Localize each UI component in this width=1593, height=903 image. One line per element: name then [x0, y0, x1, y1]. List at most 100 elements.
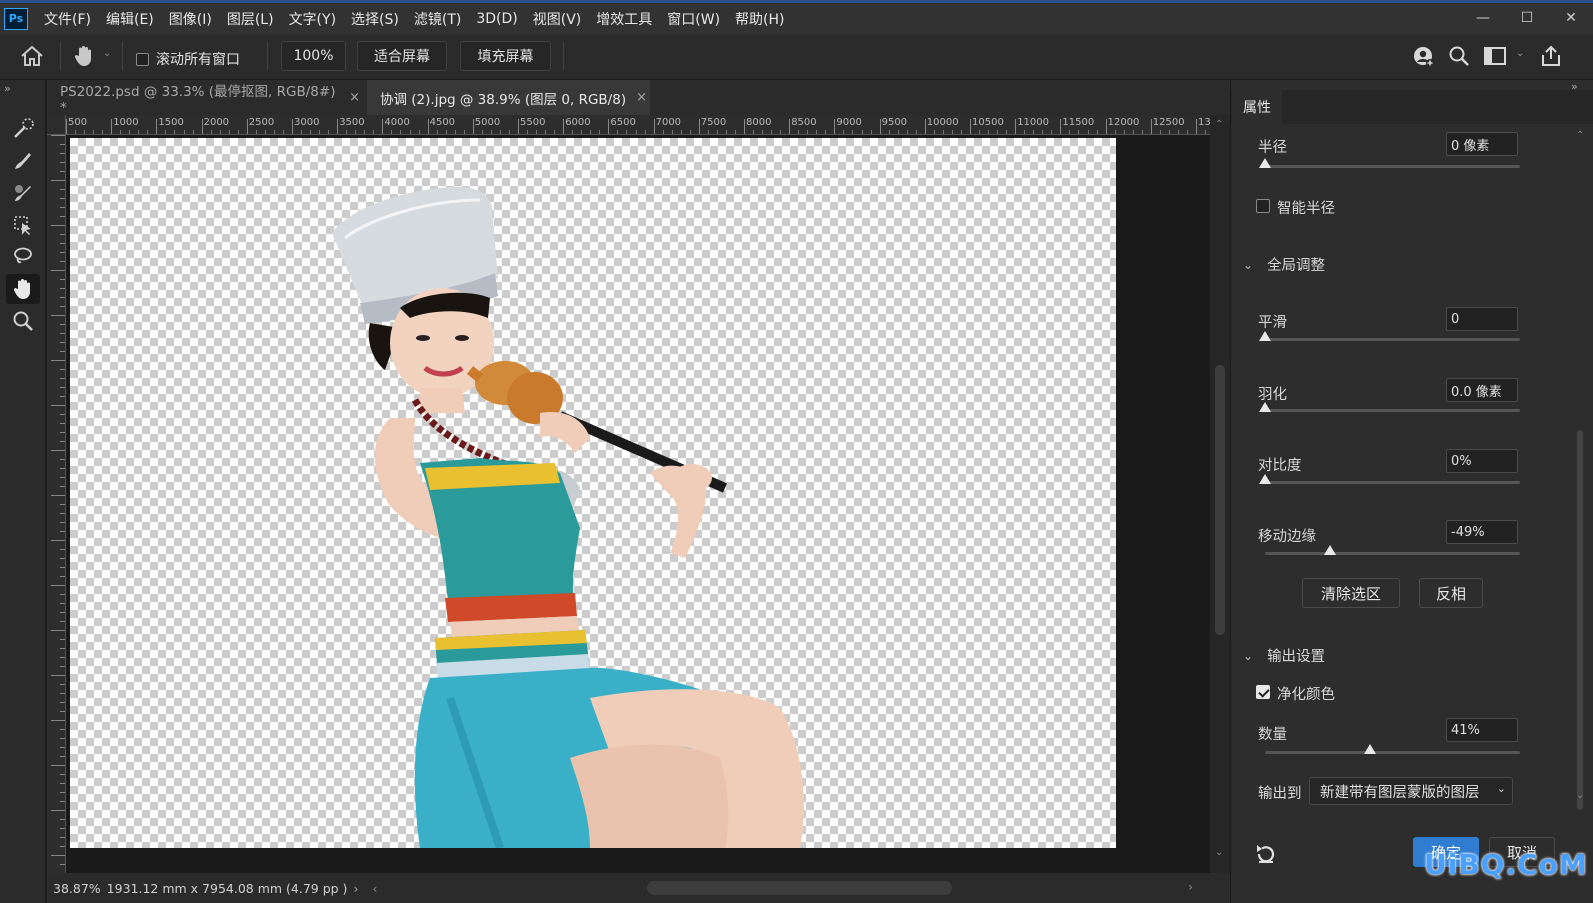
panel-tab-row: 属性 [1231, 90, 1593, 124]
object-selection-tool-icon[interactable] [6, 210, 40, 240]
ruler-tick [924, 119, 926, 134]
menu-filter[interactable]: 滤镜(T) [414, 9, 461, 29]
menu-window[interactable]: 窗口(W) [667, 9, 720, 29]
maximize-button[interactable]: ☐ [1505, 3, 1549, 33]
scrollbar-thumb[interactable] [1577, 430, 1583, 810]
photoshop-logo: Ps [4, 7, 28, 30]
refine-edge-brush-icon[interactable] [6, 146, 40, 176]
output-settings-header[interactable]: ⌄ 输出设置 [1243, 645, 1325, 666]
search-icon[interactable] [1448, 45, 1470, 71]
tab-xietiao[interactable]: 协调 (2).jpg @ 38.9% (图层 0, RGB/8) × [367, 80, 650, 115]
scroll-all-windows-checkbox[interactable]: 滚动所有窗口 [136, 49, 240, 69]
checkbox-box[interactable] [136, 52, 149, 66]
menu-help[interactable]: 帮助(H) [735, 9, 784, 29]
menu-3d[interactable]: 3D(D) [476, 11, 517, 27]
clear-selection-button[interactable]: 清除选区 [1302, 578, 1400, 608]
scroll-down-icon[interactable]: ⌄ [1215, 847, 1223, 858]
scroll-right-icon[interactable]: › [1188, 879, 1193, 894]
collapse-icon[interactable]: » [4, 82, 11, 95]
tab-properties[interactable]: 属性 [1232, 90, 1282, 124]
lasso-tool-icon[interactable] [6, 242, 40, 272]
menu-type[interactable]: 文字(Y) [289, 9, 336, 29]
tab-ps2022[interactable]: PS2022.psd @ 33.3% (最停抠图, RGB/8#) * × [47, 80, 360, 116]
scroll-down-icon[interactable]: ⌄ [1576, 790, 1584, 801]
chevron-down-icon[interactable]: ⌄ [103, 48, 111, 59]
decontaminate-colors-label: 净化颜色 [1277, 687, 1335, 703]
canvas-workspace[interactable] [66, 135, 1210, 873]
quick-selection-tool-icon[interactable] [6, 114, 40, 144]
radius-slider[interactable] [1259, 158, 1520, 168]
shift-edge-input[interactable]: -49% [1446, 520, 1518, 544]
output-to-select[interactable]: 新建带有图层蒙版的图层 ⌄ [1309, 777, 1513, 805]
reset-icon[interactable] [1254, 842, 1278, 870]
share-icon[interactable] [1540, 45, 1562, 71]
menu-image[interactable]: 图像(I) [169, 9, 212, 29]
canvas-vertical-scrollbar[interactable]: ⌃ ⌄ [1210, 115, 1230, 873]
radius-input[interactable]: 0 像素 [1446, 132, 1518, 156]
global-adjustments-header[interactable]: ⌄ 全局调整 [1243, 254, 1325, 275]
slider-thumb[interactable] [1259, 158, 1271, 168]
home-icon[interactable] [20, 45, 44, 71]
feather-label: 羽化 [1258, 387, 1287, 403]
menu-view[interactable]: 视图(V) [533, 9, 582, 29]
status-arrow-icon[interactable]: › [353, 881, 358, 896]
fill-screen-button[interactable]: 填充屏幕 [460, 41, 551, 71]
slider-thumb[interactable] [1259, 402, 1271, 412]
scroll-left-icon[interactable]: ‹ [372, 881, 377, 896]
slider-thumb[interactable] [1259, 331, 1271, 341]
menu-edit[interactable]: 编辑(E) [106, 9, 154, 29]
ruler-label: 7500 [700, 117, 727, 128]
separator [122, 42, 123, 70]
amount-input[interactable]: 41% [1446, 718, 1518, 742]
invert-button[interactable]: 反相 [1419, 578, 1483, 608]
menu-file[interactable]: 文件(F) [44, 9, 91, 29]
amount-slider[interactable] [1265, 744, 1520, 754]
slider-thumb[interactable] [1324, 545, 1337, 555]
ruler-tick [1060, 119, 1062, 134]
ruler-tick [744, 119, 745, 134]
amount-label: 数量 [1258, 727, 1287, 743]
slider-thumb[interactable] [1259, 474, 1271, 484]
feather-input[interactable]: 0.0 像素 [1446, 378, 1518, 402]
close-icon[interactable]: × [349, 90, 360, 105]
panel-scrollbar[interactable]: ⌃ ⌄ [1574, 130, 1588, 900]
zoom-100-button[interactable]: 100% [281, 41, 346, 71]
chevron-down-icon[interactable]: ⌄ [1516, 48, 1524, 59]
ruler-tick [834, 119, 836, 134]
minimize-button[interactable]: — [1461, 3, 1505, 33]
contrast-slider[interactable] [1259, 474, 1520, 484]
scroll-up-icon[interactable]: ⌃ [1576, 130, 1584, 141]
document-canvas[interactable] [70, 138, 1116, 848]
feather-slider[interactable] [1259, 402, 1520, 412]
hand-tool-icon[interactable] [6, 274, 40, 304]
slider-thumb[interactable] [1363, 744, 1376, 754]
shift-edge-slider[interactable] [1265, 545, 1520, 555]
close-window-button[interactable]: ✕ [1549, 3, 1593, 33]
global-adjustments-title: 全局调整 [1267, 258, 1326, 274]
close-icon[interactable]: × [636, 90, 647, 105]
ruler-tick [970, 119, 971, 134]
ruler-tick [111, 119, 113, 134]
menu-select[interactable]: 选择(S) [351, 9, 399, 29]
menu-layer[interactable]: 图层(L) [227, 9, 274, 29]
chevron-down-icon: ⌄ [1243, 648, 1254, 663]
smooth-slider[interactable] [1259, 331, 1520, 341]
workspace-icon[interactable] [1484, 46, 1506, 70]
scrollbar-thumb[interactable] [1215, 365, 1225, 635]
decontaminate-colors-checkbox[interactable] [1256, 685, 1270, 699]
ruler-tick [518, 119, 519, 134]
brush-tool-icon[interactable] [6, 178, 40, 208]
user-icon[interactable] [1412, 45, 1436, 73]
status-zoom[interactable]: 38.87% [53, 881, 101, 896]
fit-screen-button[interactable]: 适合屏幕 [357, 41, 447, 71]
scroll-up-icon[interactable]: ⌃ [1215, 119, 1223, 130]
ruler-tick [201, 119, 203, 134]
menu-plugins[interactable]: 增效工具 [596, 9, 652, 29]
smooth-input[interactable]: 0 [1446, 307, 1518, 331]
contrast-input[interactable]: 0% [1446, 449, 1518, 473]
ruler-label: 8500 [791, 117, 817, 128]
hand-tool-icon[interactable] [72, 44, 96, 72]
horizontal-scrollbar-thumb[interactable] [647, 881, 952, 895]
smart-radius-checkbox[interactable] [1256, 199, 1270, 213]
zoom-tool-icon[interactable] [6, 306, 40, 336]
